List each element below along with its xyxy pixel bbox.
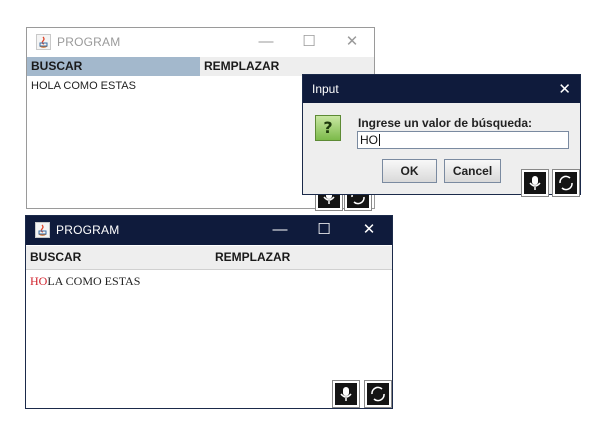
window-title: PROGRAM: [56, 223, 120, 237]
text-content: HOLA COMO ESTAS: [31, 80, 136, 92]
tab-bar: BUSCAR REMPLAZAR: [26, 246, 392, 270]
refresh-button[interactable]: [364, 380, 392, 408]
maximize-button[interactable]: ☐: [297, 31, 321, 53]
tab-label: BUSCAR: [30, 250, 82, 264]
cancel-button[interactable]: Cancel: [444, 159, 501, 183]
tab-buscar[interactable]: BUSCAR: [27, 57, 200, 76]
microphone-icon: [529, 176, 541, 190]
ok-button[interactable]: OK: [382, 159, 437, 183]
tab-remplazar[interactable]: REMPLAZAR: [209, 246, 392, 269]
window-title: PROGRAM: [57, 35, 121, 49]
refresh-icon: [371, 386, 385, 402]
dialog-prompt: Ingrese un valor de búsqueda:: [358, 116, 533, 130]
minimize-button[interactable]: —: [268, 219, 292, 241]
tab-label: REMPLAZAR: [215, 250, 291, 264]
java-app-icon: [36, 34, 51, 50]
refresh-icon: [559, 175, 573, 191]
dialog-close-button[interactable]: ✕: [558, 80, 571, 98]
search-input[interactable]: HO: [357, 131, 569, 149]
input-dialog: Input ✕ ? Ingrese un valor de búsqueda: …: [302, 74, 581, 197]
maximize-button[interactable]: ☐: [312, 219, 336, 241]
minimize-button[interactable]: —: [254, 31, 278, 53]
tab-buscar[interactable]: BUSCAR: [26, 246, 209, 269]
dialog-title: Input: [312, 82, 339, 96]
close-button[interactable]: ✕: [357, 219, 381, 241]
microphone-icon: [340, 387, 352, 401]
microphone-button[interactable]: [521, 169, 549, 197]
refresh-button[interactable]: [552, 169, 580, 197]
search-input-value: HO: [360, 133, 378, 147]
highlighted-match: HO: [30, 274, 48, 288]
text-content: LA COMO ESTAS: [47, 274, 141, 288]
tab-label: BUSCAR: [31, 59, 83, 73]
close-button[interactable]: ✕: [340, 31, 364, 53]
java-app-icon: [35, 222, 50, 238]
title-bar[interactable]: PROGRAM — ☐ ✕: [27, 28, 374, 57]
question-icon: ?: [315, 115, 341, 141]
program-window-front: PROGRAM — ☐ ✕ BUSCAR REMPLAZAR HOLA COMO…: [25, 215, 393, 409]
title-bar[interactable]: PROGRAM — ☐ ✕: [26, 216, 392, 245]
dialog-title-bar[interactable]: Input ✕: [303, 75, 580, 103]
microphone-button[interactable]: [332, 380, 360, 408]
tab-label: REMPLAZAR: [204, 59, 280, 73]
text-caret: [379, 134, 380, 146]
